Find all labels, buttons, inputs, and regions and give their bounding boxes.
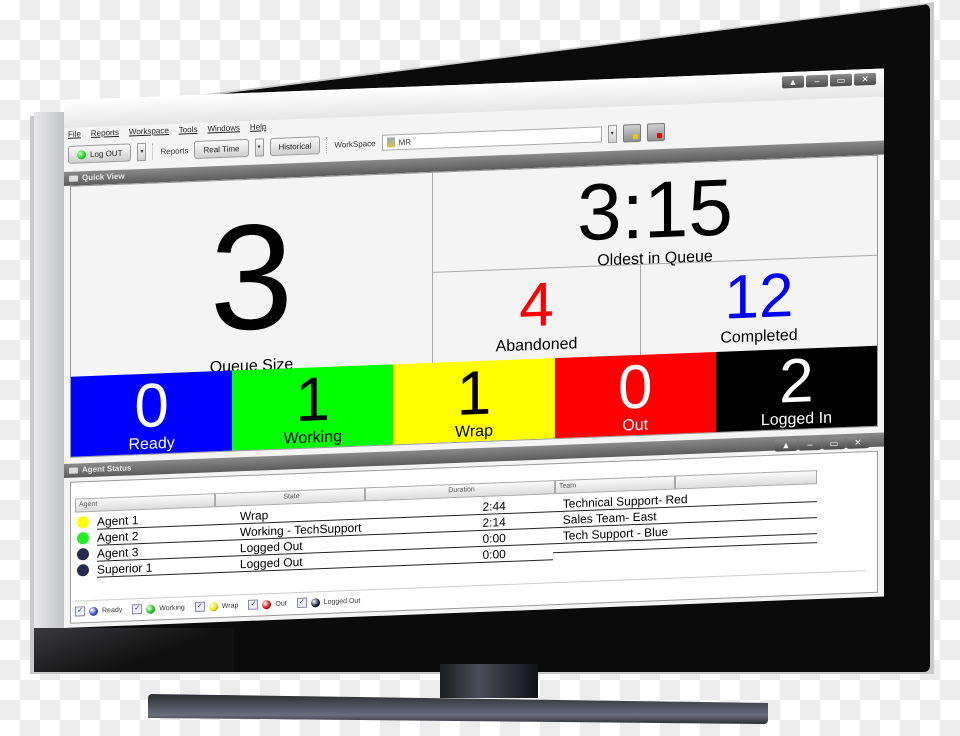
toolbar-separator (152, 143, 155, 160)
agent-team (552, 541, 817, 553)
panel-minimize-button[interactable]: – (799, 437, 821, 451)
working-ball-icon (146, 603, 156, 614)
menu-windows[interactable]: Windows (207, 123, 239, 138)
monitor-stand-base (148, 694, 768, 724)
legend-item-wrap[interactable]: ✓ Wrap (194, 600, 239, 612)
legend-label: Working (159, 603, 185, 612)
status-block-out: 0 Out (554, 351, 716, 439)
monitor-bezel-highlight (34, 112, 66, 672)
logout-dropdown-button[interactable]: ▾ (137, 142, 147, 162)
reports-label: Reports (160, 145, 189, 156)
workspace-value: MR (398, 137, 412, 147)
legend-checkbox[interactable]: ✓ (248, 599, 259, 610)
out-count: 0 (617, 352, 653, 423)
panel-window-controls: ▲ – ▭ ✕ (775, 436, 869, 452)
minimize-button[interactable]: – (806, 74, 828, 88)
maximize-button[interactable]: ▭ (830, 73, 852, 87)
workspace-select[interactable]: MR (381, 126, 602, 151)
working-count: 1 (295, 364, 331, 436)
menu-file[interactable]: File (68, 129, 81, 143)
status-block-wrap: 1 Wrap (393, 358, 555, 445)
abandoned-tile: 4 Abandoned (433, 264, 641, 363)
status-block-working: 1 Working (232, 364, 394, 451)
window-controls: ▲ – ▭ ✕ (782, 72, 876, 89)
abandoned-value: 4 (519, 270, 554, 341)
quick-view-title: Quick View (82, 171, 125, 183)
panel-close-button[interactable]: ✕ (847, 436, 869, 449)
quick-view-panel: 3 Queue Size 3:15 Oldest in Queue 4 Aban… (70, 154, 878, 458)
legend-checkbox[interactable]: ✓ (132, 603, 143, 615)
workspace-close-icon[interactable] (646, 122, 665, 142)
menu-help[interactable]: Help (250, 122, 266, 137)
panel-icon (69, 175, 78, 182)
workspace-open-icon[interactable] (622, 123, 641, 143)
legend-label: Ready (102, 606, 123, 615)
completed-value: 12 (724, 260, 794, 333)
status-led-icon (77, 149, 86, 160)
workspace-label: WorkSpace (334, 138, 376, 150)
status-dot-icon (77, 532, 89, 545)
realtime-button[interactable]: Real Time (194, 138, 249, 159)
ready-ball-icon (89, 606, 98, 616)
legend-checkbox[interactable]: ✓ (75, 606, 85, 617)
legend-item-ready[interactable]: ✓ Ready (75, 605, 122, 617)
legend-label: Logged Out (323, 597, 361, 606)
legend-checkbox[interactable]: ✓ (296, 597, 307, 609)
legend-checkbox[interactable]: ✓ (194, 601, 205, 612)
wrap-count: 1 (456, 358, 492, 429)
workspace-dropdown-button[interactable]: ▾ (607, 124, 617, 144)
wrap-ball-icon (208, 601, 218, 611)
monitor-screen: ▲ – ▭ ✕ File Reports Workspace Tools Win… (64, 68, 884, 628)
menu-reports[interactable]: Reports (91, 128, 119, 143)
monitor-stand-neck (440, 664, 538, 698)
status-block-logged-in: 2 Logged In (715, 345, 878, 432)
ready-count: 0 (134, 370, 169, 442)
menu-tools[interactable]: Tools (179, 125, 198, 140)
legend-item-working[interactable]: ✓ Working (132, 602, 185, 615)
logout-label: Log OUT (90, 148, 123, 159)
panel-maximize-button[interactable]: ▭ (823, 436, 845, 450)
panel-icon (69, 467, 78, 474)
status-dot-icon (77, 516, 89, 529)
legend-item-out[interactable]: ✓ Out (248, 598, 287, 610)
close-button[interactable]: ✕ (854, 72, 876, 86)
completed-tile: 12 Completed (641, 256, 877, 355)
status-dot-icon (77, 564, 89, 577)
legend-item-logged-out[interactable]: ✓ Logged Out (296, 596, 361, 609)
legend-label: Wrap (221, 601, 239, 610)
toolbar-separator (326, 136, 329, 153)
out-ball-icon (262, 599, 272, 609)
historical-label: Historical (278, 140, 312, 152)
logged-out-ball-icon (310, 597, 320, 608)
oldest-in-queue-tile: 3:15 Oldest in Queue (433, 155, 877, 273)
workspace-icon (386, 137, 395, 148)
realtime-dropdown-button[interactable]: ▾ (254, 138, 264, 157)
queue-size-value: 3 (209, 191, 294, 363)
panel-pin-button[interactable]: ▲ (775, 438, 797, 452)
pin-button[interactable]: ▲ (782, 75, 804, 89)
status-dot-icon (77, 548, 89, 561)
legend-label: Out (275, 599, 287, 608)
logged-in-count: 2 (779, 346, 814, 417)
queue-size-tile: 3 Queue Size (71, 172, 433, 377)
historical-button[interactable]: Historical (269, 136, 321, 157)
agent-status-title: Agent Status (82, 463, 132, 475)
monitor-bezel-reflection (34, 628, 234, 672)
agent-status-panel: ▲ – ▭ ✕ Agent State Duration Team Agent … (70, 436, 878, 624)
logout-button[interactable]: Log OUT (68, 143, 132, 164)
agent-duration: 0:00 (435, 544, 553, 565)
status-block-ready: 0 Ready (71, 370, 233, 457)
realtime-label: Real Time (203, 143, 240, 155)
